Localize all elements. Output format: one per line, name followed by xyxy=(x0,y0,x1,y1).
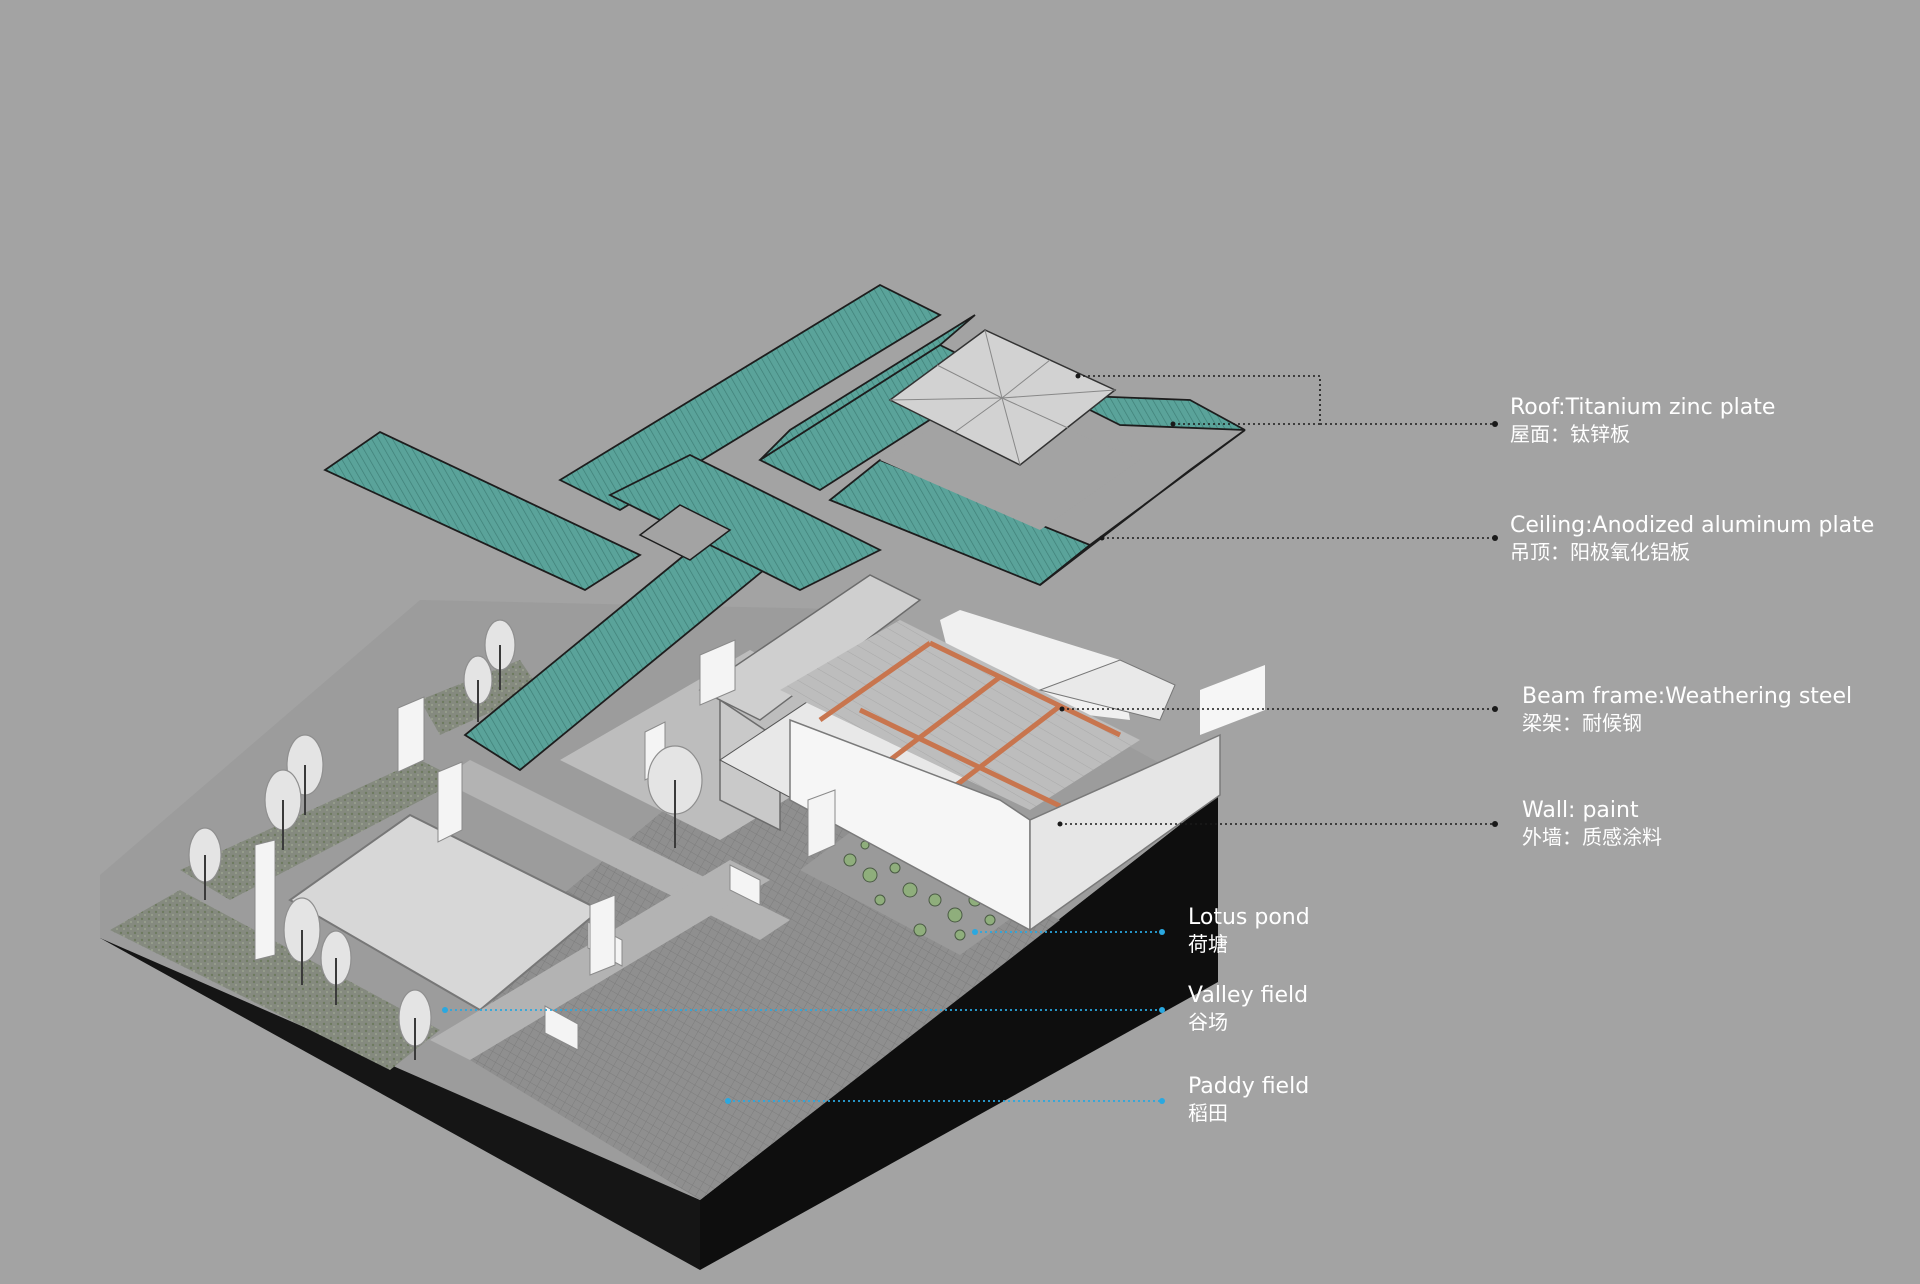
exploded-axonometric-diagram: Roof:Titanium zinc plate 屋面：钛锌板 Ceiling:… xyxy=(0,0,1920,1280)
label-lotus-pond: Lotus pond 荷塘 xyxy=(1188,905,1310,956)
label-wall-zh: 外墙：质感涂料 xyxy=(1522,825,1662,850)
label-beam-en: Beam frame:Weathering steel xyxy=(1522,684,1853,709)
axonometric-drawing xyxy=(100,283,1498,1270)
label-wall: Wall: paint 外墙：质感涂料 xyxy=(1522,798,1662,849)
roof-wing-west xyxy=(323,430,642,592)
label-valley-en: Valley field xyxy=(1188,983,1309,1008)
label-ceiling-zh: 吊顶：阳极氧化铝板 xyxy=(1510,540,1690,565)
label-beam-frame: Beam frame:Weathering steel 梁架：耐候钢 xyxy=(1522,684,1852,735)
label-ceiling: Ceiling:Anodized aluminum plate 吊顶：阳极氧化铝… xyxy=(1510,513,1874,564)
label-beam-zh: 梁架：耐候钢 xyxy=(1522,711,1642,736)
label-paddy-field: Paddy field 稻田 xyxy=(1188,1074,1309,1125)
label-ceiling-en: Ceiling:Anodized aluminum plate xyxy=(1510,513,1875,538)
label-roof: Roof:Titanium zinc plate 屋面：钛锌板 xyxy=(1510,395,1775,446)
label-valley-zh: 谷场 xyxy=(1188,1010,1228,1035)
label-roof-en: Roof:Titanium zinc plate xyxy=(1510,395,1776,420)
hall-tall-wall xyxy=(1200,665,1265,735)
label-roof-zh: 屋面：钛锌板 xyxy=(1510,422,1630,447)
label-lotus-en: Lotus pond xyxy=(1188,905,1310,930)
label-paddy-zh: 稻田 xyxy=(1188,1101,1228,1126)
label-paddy-en: Paddy field xyxy=(1188,1074,1310,1099)
label-valley-field: Valley field 谷场 xyxy=(1188,983,1308,1034)
label-wall-en: Wall: paint xyxy=(1522,798,1639,823)
label-lotus-zh: 荷塘 xyxy=(1188,932,1228,957)
